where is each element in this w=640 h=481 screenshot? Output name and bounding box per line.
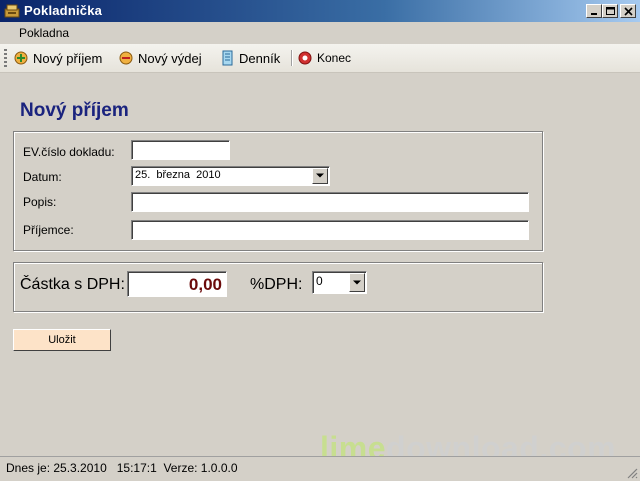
exit-icon — [298, 51, 312, 65]
resize-grip-icon[interactable] — [626, 467, 638, 479]
journal-button[interactable]: Denník — [221, 49, 280, 67]
toolbar-separator — [291, 50, 293, 66]
minimize-icon — [591, 13, 597, 15]
date-label: Datum: — [23, 170, 62, 184]
minimize-button[interactable] — [586, 4, 602, 18]
date-value: 25. března 2010 — [135, 169, 221, 181]
window-title: Pokladnička — [24, 3, 103, 18]
doc-number-input[interactable] — [131, 140, 230, 160]
exit-label: Konec — [317, 51, 352, 65]
doc-number-label: EV.číslo dokladu: — [23, 145, 115, 159]
chevron-down-icon — [316, 173, 324, 178]
close-button[interactable] — [620, 4, 636, 18]
status-bar: Dnes je: 25.3.2010 15:17:1 Verze: 1.0.0.… — [0, 456, 640, 481]
date-dropdown-button[interactable] — [312, 168, 328, 184]
journal-label: Denník — [239, 50, 281, 66]
new-income-button[interactable]: Nový příjem — [13, 49, 102, 67]
title-bar: Pokladnička — [0, 0, 640, 22]
income-icon — [14, 51, 28, 65]
toolbar: Nový příjem Nový výdej Denník Konec — [0, 44, 640, 73]
menu-bar: Pokladna — [0, 22, 640, 43]
status-text: Dnes je: 25.3.2010 15:17:1 Verze: 1.0.0.… — [6, 461, 238, 475]
toolbar-grip[interactable] — [4, 49, 7, 67]
save-button[interactable]: Uložit — [13, 329, 111, 351]
amount-input[interactable]: 0,00 — [127, 271, 227, 297]
maximize-button[interactable] — [602, 4, 618, 18]
cash-register-icon — [4, 3, 20, 19]
exit-button[interactable]: Konec — [297, 49, 351, 67]
new-expense-label: Nový výdej — [138, 50, 202, 66]
journal-icon — [222, 50, 233, 66]
vat-value: 0 — [316, 274, 323, 288]
recipient-input[interactable] — [131, 220, 529, 240]
description-input[interactable] — [131, 192, 529, 212]
recipient-label: Příjemce: — [23, 223, 74, 237]
maximize-icon — [606, 7, 615, 15]
date-picker[interactable]: 25. března 2010 — [131, 166, 330, 186]
description-label: Popis: — [23, 195, 57, 209]
chevron-down-icon — [353, 280, 361, 284]
page-title: Nový příjem — [20, 100, 129, 121]
expense-icon — [119, 51, 133, 65]
vat-label: %DPH: — [250, 276, 303, 293]
new-expense-button[interactable]: Nový výdej — [118, 49, 202, 67]
amount-label: Částka s DPH: — [20, 276, 125, 293]
close-icon — [624, 7, 633, 16]
vat-dropdown-button[interactable] — [349, 273, 365, 292]
menu-pokladna[interactable]: Pokladna — [19, 26, 69, 40]
new-income-label: Nový příjem — [33, 50, 103, 66]
